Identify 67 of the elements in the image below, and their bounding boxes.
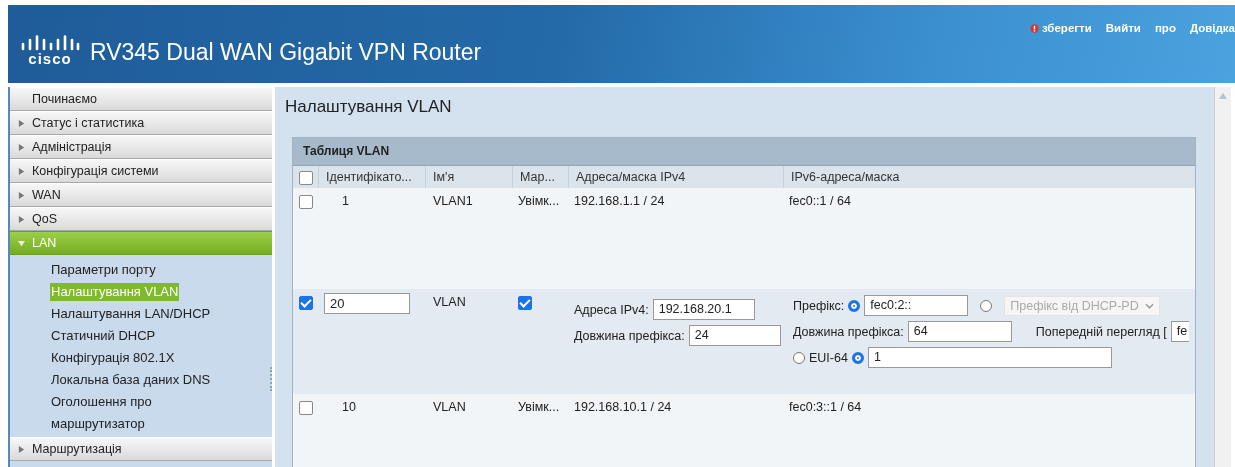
- table-cell: VLAN: [433, 295, 466, 309]
- table-cell: 1: [342, 194, 349, 208]
- logo-text: cisco: [28, 51, 72, 67]
- expand-arrow-icon: [17, 167, 25, 175]
- table-cell: fec0:3::1 / 64: [789, 400, 862, 414]
- submenu-item[interactable]: Локальна база даних DNS: [50, 369, 212, 391]
- field-label: Попередній перегляд [: [1035, 324, 1167, 339]
- table-cell: 192.168.1.1 / 24: [574, 194, 665, 208]
- expand-arrow-icon: [17, 215, 25, 223]
- expand-arrow-icon: [17, 191, 25, 199]
- page-title: Налаштування VLAN: [285, 97, 453, 118]
- menu-item[interactable]: Починаємо: [10, 87, 272, 111]
- input-field[interactable]: 1: [867, 347, 1112, 368]
- field-label: Довжина префікса:: [793, 324, 904, 339]
- column-header[interactable]: Ім'я: [433, 170, 455, 184]
- radio-button[interactable]: [851, 351, 864, 364]
- submenu-item[interactable]: Статичний DHCP: [50, 325, 157, 347]
- checkbox[interactable]: [299, 401, 313, 415]
- checkbox[interactable]: [299, 296, 313, 310]
- expand-arrow-icon: [17, 445, 25, 453]
- column-header[interactable]: Мар...: [520, 170, 555, 184]
- scroll-up-icon: [1219, 93, 1227, 99]
- column-header[interactable]: Адреса/маска IPv4: [576, 170, 686, 184]
- table-cell: fec0::1 / 64: [789, 194, 851, 208]
- input-field[interactable]: 192.168.20.1: [652, 299, 755, 320]
- checkbox[interactable]: [518, 296, 532, 310]
- column-header[interactable]: IPv6-адреса/маска: [791, 170, 900, 184]
- column-header[interactable]: Ідентифікато...: [326, 170, 412, 184]
- checkbox[interactable]: [299, 170, 313, 185]
- menu-item[interactable]: Маршрутизація: [10, 437, 272, 461]
- menu-item[interactable]: Конфігурація системи: [10, 159, 272, 183]
- submenu-item[interactable]: Оголошення про маршрутизатор: [50, 391, 237, 435]
- field-label: Префікс:: [793, 298, 845, 313]
- logo-bars-icon: [20, 35, 80, 51]
- input-field[interactable]: fe: [1170, 321, 1189, 342]
- table-cell: Увімк...: [518, 194, 560, 208]
- field-label: EUI-64: [809, 350, 848, 365]
- input-field[interactable]: 64: [907, 321, 1012, 342]
- product-title: RV345 Dual WAN Gigabit VPN Router: [90, 38, 482, 66]
- input-field[interactable]: fec0:2::: [864, 295, 969, 316]
- input-field[interactable]: 20: [324, 293, 410, 314]
- field-label: Адреса IPv4:: [574, 302, 649, 317]
- table-title: Таблиця VLAN: [293, 138, 1195, 166]
- save-alert-icon: [1029, 23, 1039, 33]
- radio-button[interactable]: [848, 299, 861, 312]
- input-field[interactable]: 24: [688, 325, 781, 346]
- checkbox[interactable]: [299, 195, 313, 209]
- menu-item[interactable]: Адміністрація: [10, 135, 272, 159]
- scrollbar[interactable]: [1214, 87, 1231, 467]
- submenu-item[interactable]: Налаштування LAN/DHCP: [50, 303, 212, 325]
- menu-item[interactable]: QoS: [10, 207, 272, 231]
- chevron-down-icon: [1144, 302, 1154, 309]
- table-cell: VLAN: [433, 400, 466, 414]
- expand-arrow-icon: [17, 239, 25, 247]
- radio-button[interactable]: [793, 351, 805, 364]
- radio-button[interactable]: [980, 299, 993, 312]
- menu-item[interactable]: Статус і статистика: [10, 111, 272, 135]
- table-cell: 192.168.10.1 / 24: [574, 400, 672, 414]
- menu-item[interactable]: WAN: [10, 183, 272, 207]
- submenu-item[interactable]: Параметри порту: [50, 259, 157, 281]
- table-cell: VLAN1: [433, 194, 473, 208]
- field-label: Довжина префікса:: [574, 328, 685, 343]
- table-cell: Увімк...: [518, 400, 560, 414]
- submenu-item[interactable]: Конфігурація 802.1X: [50, 347, 176, 369]
- table-cell: 10: [342, 400, 356, 414]
- expand-arrow-icon: [17, 119, 25, 127]
- expand-arrow-icon: [17, 143, 25, 151]
